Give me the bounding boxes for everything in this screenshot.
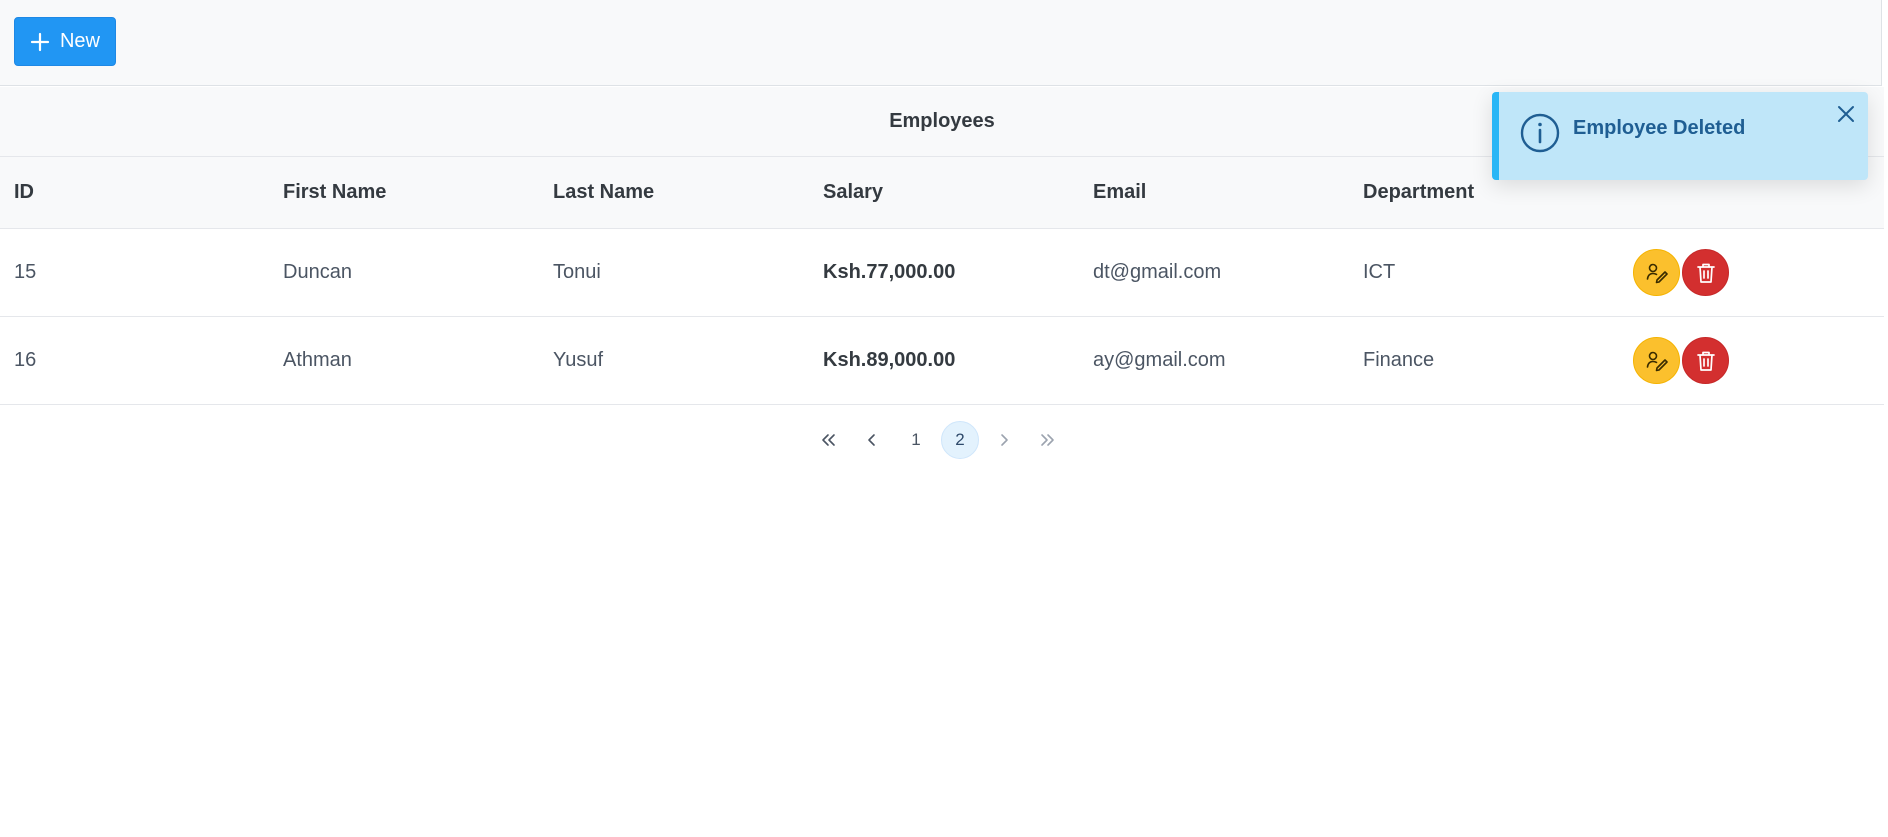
double-chevron-left-icon	[822, 434, 835, 446]
header-salary[interactable]: Salary	[823, 157, 883, 228]
plus-icon	[30, 32, 50, 51]
chevron-right-icon	[1001, 434, 1008, 446]
new-button[interactable]: New	[14, 17, 116, 66]
cell-email: dt@gmail.com	[1093, 261, 1222, 283]
employees-page: New Employees ID First Name Last Name Sa…	[0, 0, 1888, 837]
toast-message: Employee Deleted	[1573, 117, 1746, 139]
info-circle-icon	[1520, 113, 1560, 153]
delete-button[interactable]	[1682, 337, 1729, 384]
table-row: 15 Duncan Tonui Ksh.77,000.00 dt@gmail.c…	[0, 229, 1884, 317]
edit-button[interactable]	[1633, 249, 1680, 296]
trash-icon	[1696, 351, 1715, 371]
delete-button[interactable]	[1682, 249, 1729, 296]
user-edit-icon	[1646, 263, 1668, 283]
user-edit-icon	[1646, 351, 1668, 371]
cell-email: ay@gmail.com	[1093, 349, 1226, 371]
cell-department: ICT	[1363, 261, 1396, 283]
next-page-button[interactable]	[985, 421, 1023, 459]
cell-salary: Ksh.77,000.00	[823, 261, 956, 283]
toolbar: New	[0, 0, 1882, 86]
header-email[interactable]: Email	[1093, 157, 1146, 228]
toast-notification: Employee Deleted	[1492, 92, 1868, 180]
last-page-button[interactable]	[1029, 421, 1067, 459]
page-button-2[interactable]: 2	[941, 421, 979, 459]
cell-last-name: Tonui	[553, 261, 601, 283]
paginator: 1 2	[0, 421, 1876, 459]
row-actions	[1633, 317, 1729, 404]
first-page-button[interactable]	[809, 421, 847, 459]
cell-id: 16	[14, 349, 37, 371]
table-row: 16 Athman Yusuf Ksh.89,000.00 ay@gmail.c…	[0, 317, 1884, 405]
cell-last-name: Yusuf	[553, 349, 604, 371]
new-button-label: New	[59, 30, 100, 52]
header-last-name[interactable]: Last Name	[553, 157, 654, 228]
close-icon[interactable]	[1834, 102, 1858, 126]
cell-id: 15	[14, 261, 37, 283]
trash-icon	[1696, 263, 1715, 283]
row-actions	[1633, 229, 1729, 316]
cell-salary: Ksh.89,000.00	[823, 349, 956, 371]
edit-button[interactable]	[1633, 337, 1680, 384]
header-id[interactable]: ID	[14, 157, 34, 228]
cell-first-name: Athman	[283, 349, 352, 371]
header-department[interactable]: Department	[1363, 157, 1474, 228]
prev-page-button[interactable]	[853, 421, 891, 459]
chevron-left-icon	[868, 434, 875, 446]
page-button-1[interactable]: 1	[897, 421, 935, 459]
cell-department: Finance	[1363, 349, 1435, 371]
double-chevron-right-icon	[1041, 434, 1054, 446]
header-first-name[interactable]: First Name	[283, 157, 386, 228]
cell-first-name: Duncan	[283, 261, 352, 283]
